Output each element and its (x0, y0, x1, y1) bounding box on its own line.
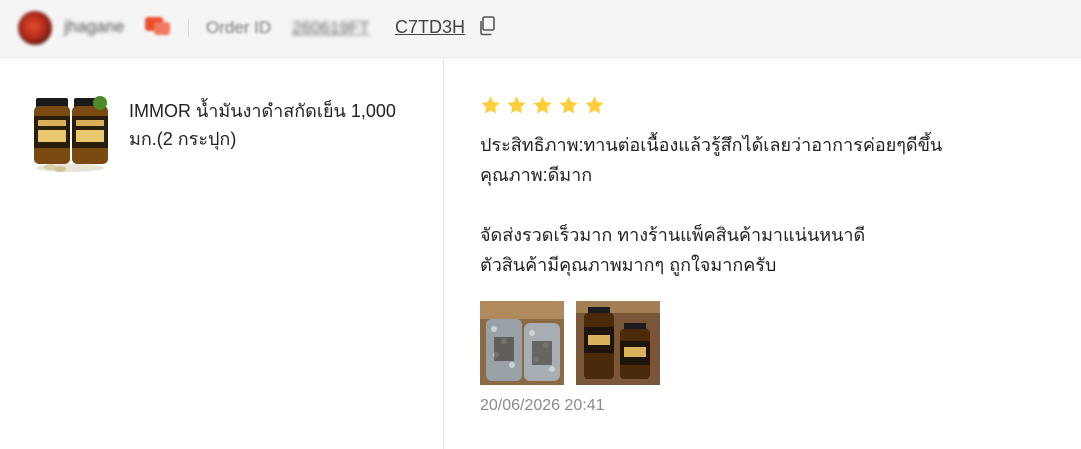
star-icon (481, 96, 500, 114)
header-divider (188, 19, 189, 37)
order-id-value[interactable]: C7TD3H (395, 17, 465, 38)
copy-icon[interactable] (478, 16, 496, 36)
star-icon (533, 96, 552, 114)
chat-icon[interactable] (145, 17, 171, 35)
review-line: ประสิทธิภาพ:ทานต่อเนื้องแล้วรู้สึกได้เลย… (480, 135, 943, 155)
review-line (480, 190, 942, 220)
review-photo-2[interactable] (576, 301, 660, 385)
product-image[interactable] (30, 94, 112, 174)
avatar[interactable] (18, 11, 52, 45)
column-divider (443, 58, 444, 449)
review-photo-1[interactable] (480, 301, 564, 385)
star-icon (585, 96, 604, 114)
review-line: จัดส่งรวดเร็วมาก ทางร้านแพ็คสินค้ามาแน่น… (480, 225, 866, 245)
rating-stars (480, 95, 605, 116)
review-header: jhagane Order ID 260619FT C7TD3H (0, 0, 1081, 58)
review-timestamp: 20/06/2026 20:41 (480, 397, 605, 414)
review-line: ตัวสินค้ามีคุณภาพมากๆ ถูกใจมากครับ (480, 255, 777, 275)
star-icon (507, 96, 526, 114)
review-text: ประสิทธิภาพ:ทานต่อเนื้องแล้วรู้สึกได้เลย… (480, 130, 942, 280)
review-line: คุณภาพ:ดีมาก (480, 165, 593, 185)
product-name[interactable]: IMMOR น้ำมันงาดำสกัดเย็น 1,000 มก.(2 กระ… (129, 97, 419, 153)
username[interactable]: jhagane (64, 17, 125, 37)
order-id-hidden-part: 260619FT (292, 18, 370, 37)
star-icon (559, 96, 578, 114)
order-id-label: Order ID (206, 18, 272, 37)
